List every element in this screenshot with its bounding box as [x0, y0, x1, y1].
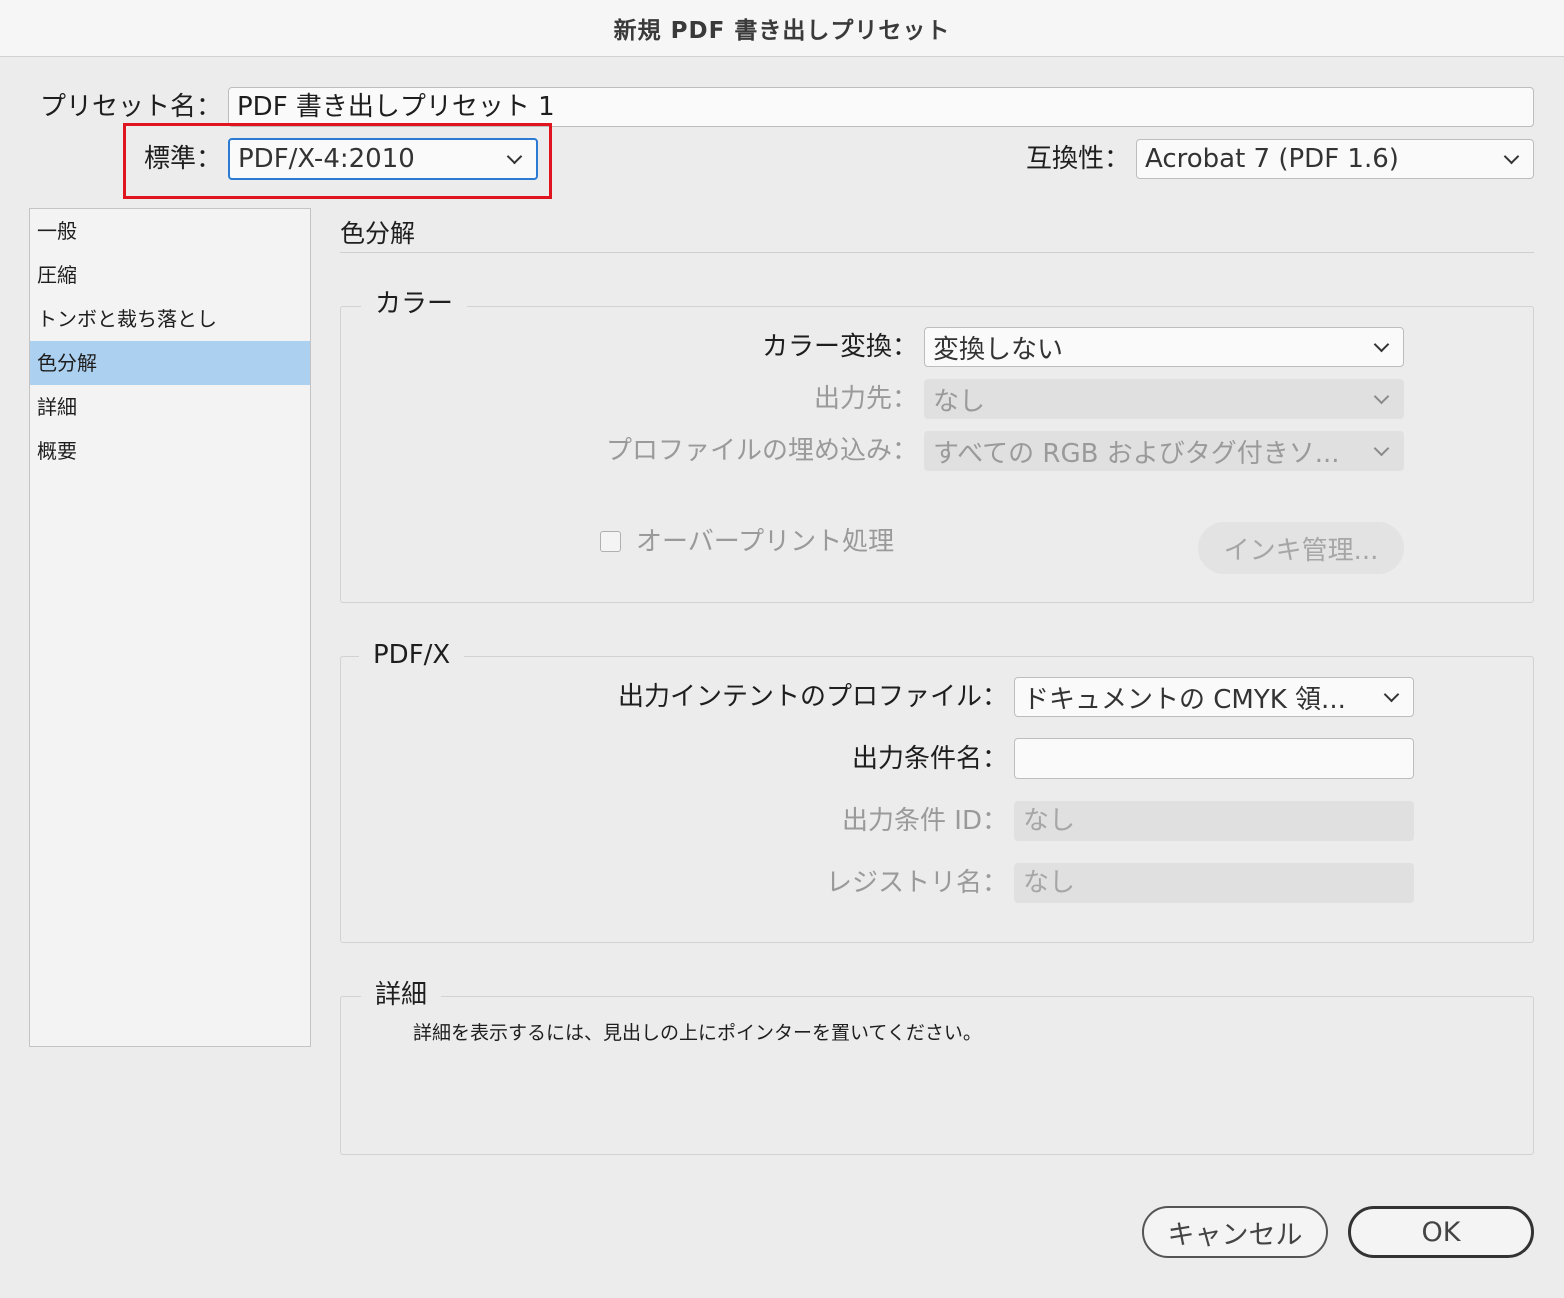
chevron-down-icon — [1373, 440, 1390, 456]
color-conversion-label: カラー変換： — [761, 332, 918, 362]
details-description: 詳細を表示するには、見出しの上にポインターを置いてください。 — [413, 1022, 982, 1044]
destination-select[interactable]: なし — [924, 379, 1404, 419]
pdfx-group-legend: PDF/X — [359, 639, 465, 671]
color-group-legend: カラー — [361, 288, 468, 320]
condition-id-input[interactable]: なし — [1014, 801, 1414, 841]
overprint-checkbox[interactable] — [600, 531, 621, 552]
color-conversion-value: 変換しない — [933, 334, 1064, 365]
sidebar-item-general[interactable]: 一般 — [30, 209, 310, 253]
sidebar-item-summary[interactable]: 概要 — [30, 429, 310, 473]
chevron-down-icon — [1373, 388, 1390, 404]
condition-name-input[interactable] — [1014, 738, 1414, 779]
sidebar-item-advanced[interactable]: 詳細 — [30, 385, 310, 429]
ok-button[interactable]: OK — [1348, 1206, 1534, 1258]
profile-embed-value: すべての RGB およびタグ付きソ... — [933, 438, 1340, 469]
highlight-box — [123, 123, 552, 199]
destination-label: 出力先： — [813, 384, 918, 414]
compatibility-select[interactable]: Acrobat 7 (PDF 1.6) — [1136, 139, 1534, 179]
sidebar-item-marks-bleeds[interactable]: トンボと裁ち落とし — [30, 297, 310, 341]
chevron-down-icon — [1383, 686, 1400, 702]
profile-embed-select[interactable]: すべての RGB およびタグ付きソ... — [924, 431, 1404, 471]
condition-name-label: 出力条件名： — [851, 744, 1008, 774]
condition-id-label: 出力条件 ID： — [842, 806, 1008, 836]
sidebar-item-compression[interactable]: 圧縮 — [30, 253, 310, 297]
registry-name-label: レジストリ名： — [825, 868, 1008, 898]
overprint-label: オーバープリント処理 — [636, 527, 895, 557]
color-conversion-select[interactable]: 変換しない — [924, 327, 1404, 367]
registry-name-input[interactable]: なし — [1014, 863, 1414, 903]
preset-name-input[interactable]: PDF 書き出しプリセット 1 — [228, 87, 1534, 127]
section-divider — [340, 252, 1534, 253]
profile-embed-label: プロファイルの埋め込み： — [605, 436, 918, 466]
chevron-down-icon — [1503, 148, 1520, 164]
preset-name-label: プリセット名： — [39, 92, 222, 122]
window-title: 新規 PDF 書き出しプリセット — [0, 0, 1564, 57]
output-intent-value: ドキュメントの CMYK 領... — [1023, 684, 1346, 715]
chevron-down-icon — [1373, 336, 1390, 352]
ink-manager-button[interactable]: インキ管理... — [1198, 522, 1404, 574]
cancel-button[interactable]: キャンセル — [1142, 1206, 1328, 1258]
compatibility-label: 互換性： — [1025, 144, 1130, 174]
compatibility-value: Acrobat 7 (PDF 1.6) — [1145, 144, 1399, 174]
sidebar-item-output[interactable]: 色分解 — [30, 341, 310, 385]
destination-value: なし — [933, 386, 986, 417]
output-intent-select[interactable]: ドキュメントの CMYK 領... — [1014, 677, 1414, 717]
category-sidebar: 一般 圧縮 トンボと裁ち落とし 色分解 詳細 概要 — [29, 208, 311, 1047]
output-intent-label: 出力インテントのプロファイル： — [617, 682, 1008, 712]
details-group-legend: 詳細 — [361, 979, 442, 1011]
section-title: 色分解 — [340, 219, 416, 248]
